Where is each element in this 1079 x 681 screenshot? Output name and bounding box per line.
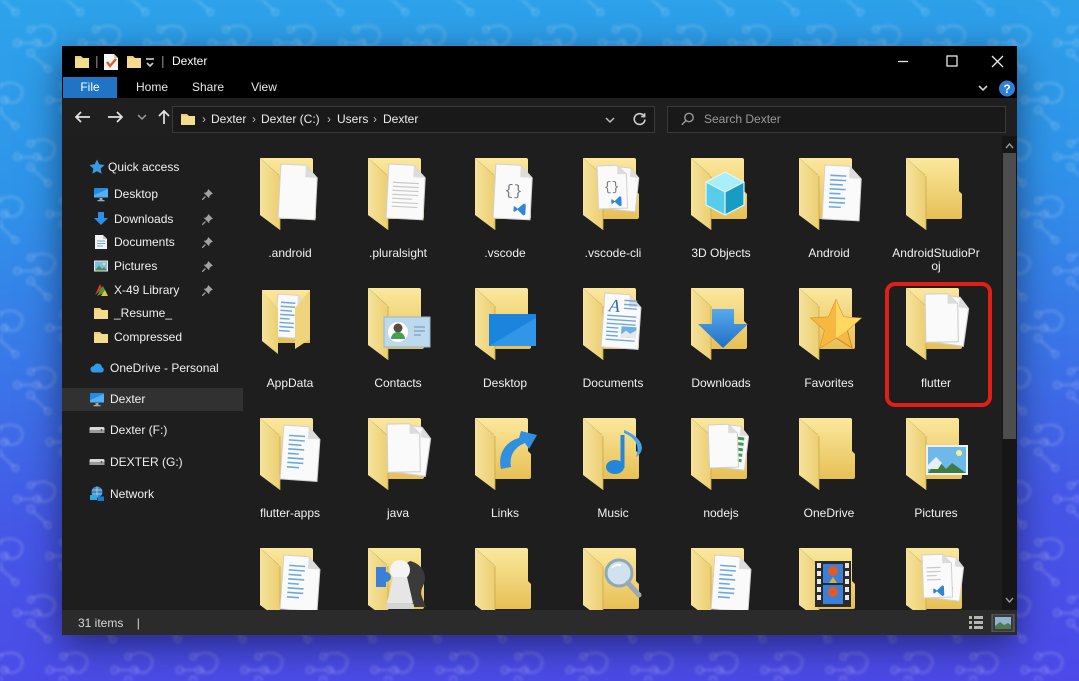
svg-text:?: ? [1003,82,1010,96]
svg-text:{}: {} [504,182,523,200]
svg-text:{}: {} [604,179,620,195]
